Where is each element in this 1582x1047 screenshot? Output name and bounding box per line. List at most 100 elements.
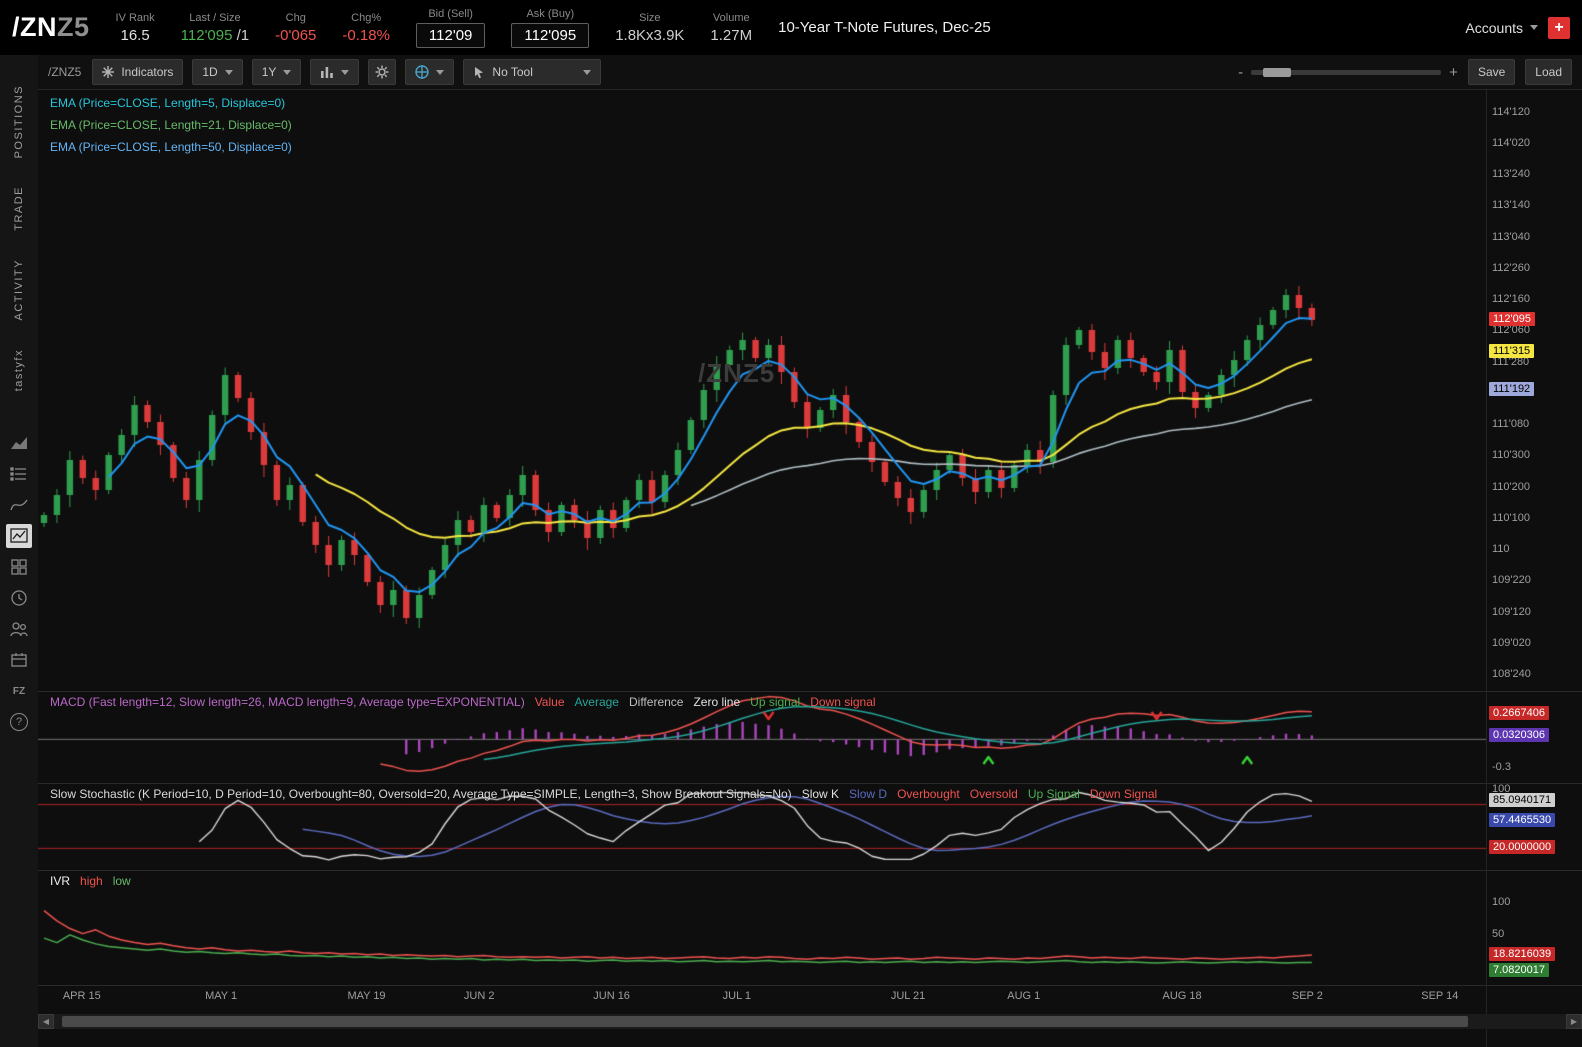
axis-label: 113'140 <box>1492 199 1530 212</box>
chevron-down-icon <box>283 69 292 75</box>
range-dropdown[interactable]: 1Y <box>251 59 302 85</box>
field-label: IV Rank <box>115 11 155 24</box>
symbol-title: /ZNZ5 <box>12 12 90 43</box>
axis-badge: 0.2667406 <box>1489 706 1549 721</box>
fz-icon[interactable]: FZ <box>6 679 32 703</box>
layout-dropdown[interactable] <box>405 59 455 85</box>
axis-label: 110'100 <box>1492 511 1530 524</box>
ivr-legend-item: IVR <box>50 874 71 888</box>
field-value-bid-sell[interactable]: 112'09 <box>415 22 486 48</box>
chart-style-dropdown[interactable] <box>310 59 360 85</box>
curve-analysis-icon[interactable] <box>6 493 32 517</box>
ema-study-label-1: EMA (Price=CLOSE, Length=21, Displace=0) <box>50 118 292 132</box>
field-label: Size <box>639 11 661 24</box>
chevron-down-icon <box>1530 25 1538 30</box>
zoom-control: - + <box>1238 64 1458 81</box>
panel-divider[interactable] <box>38 783 1582 784</box>
macd-legend-item: Down signal <box>810 695 876 709</box>
save-button[interactable]: Save <box>1467 59 1516 85</box>
quote-field-chg: Chg -0'065 <box>275 12 316 44</box>
axis-label: 109'020 <box>1492 636 1531 649</box>
field-value-chg: -0.18% <box>342 26 390 44</box>
axis-badge: 7.0820017 <box>1489 962 1549 977</box>
field-value-chg: -0'065 <box>275 26 317 44</box>
macd-legend-item: Average <box>574 695 619 709</box>
axis-badge: 111'315 <box>1489 343 1535 358</box>
zoom-slider-thumb[interactable] <box>1263 67 1292 77</box>
stoch-legend-item: Oversold <box>969 787 1018 801</box>
scrollbar-track[interactable] <box>54 1014 1566 1029</box>
panel-divider[interactable] <box>38 870 1582 871</box>
cursor-icon <box>475 66 484 78</box>
scrollbar-thumb[interactable] <box>62 1016 1469 1027</box>
left-sidebar: POSITIONS TRADE ACTIVITY tastyfx FZ ? <box>0 55 38 1047</box>
price-chart-canvas[interactable] <box>38 90 1487 690</box>
calendar-icon[interactable] <box>6 648 32 672</box>
drawing-tool-dropdown[interactable]: No Tool <box>463 59 602 85</box>
axis-label: 114'020 <box>1492 136 1530 149</box>
ivr-legend-item: high <box>80 874 103 888</box>
panel-divider[interactable] <box>38 691 1582 692</box>
toolbar-symbol-label: /ZNZ5 <box>48 65 82 79</box>
field-value-size: 1.8Kx3.9K <box>615 26 685 44</box>
range-value: 1Y <box>261 65 277 79</box>
area-chart-icon[interactable] <box>6 431 32 455</box>
axis-label: 111'080 <box>1492 418 1530 430</box>
grid-view-icon[interactable] <box>6 555 32 579</box>
quote-field-volume: Volume 1.27M <box>710 12 752 44</box>
macd-panel-header: MACD (Fast length=12, Slow length=26, MA… <box>50 695 876 709</box>
macd-title: MACD (Fast length=12, Slow length=26, MA… <box>50 695 525 709</box>
symbol-root: /ZN <box>12 12 57 42</box>
y-axis: 114'120 114'020 113'240 113'140 113'040 112'2… <box>1486 90 1582 1047</box>
x-axis-label: JUN 2 <box>463 990 495 1002</box>
quote-field-iv-rank: IV Rank 16.5 <box>116 12 155 44</box>
x-axis-label: MAY 1 <box>205 990 238 1002</box>
macd-legend-item: Zero line <box>693 695 741 709</box>
ivr-panel-header: IVR high low <box>50 874 131 888</box>
ivr-legend: IVR high low <box>50 874 131 888</box>
chart-toolbar: /ZNZ5 Indicators 1D 1Y No Tool - + Save <box>38 55 1582 90</box>
axis-label: -0.3 <box>1492 760 1511 773</box>
watchlist-icon[interactable] <box>6 462 32 486</box>
sidebar-tab-activity[interactable]: ACTIVITY <box>13 259 25 321</box>
zoom-slider[interactable] <box>1251 67 1442 77</box>
follow-traders-icon[interactable] <box>6 617 32 641</box>
quote-field-bid-sell: Bid (Sell) 112'09 <box>415 7 486 48</box>
quote-field-last-size: Last / Size 112'095 /1 <box>181 12 250 44</box>
chart-watermark: /ZNZ5 <box>698 358 776 388</box>
zoom-out-button[interactable]: - <box>1238 64 1243 81</box>
help-icon[interactable]: ? <box>6 710 32 734</box>
chart-area: /ZNZ5 EMA (Price=CLOSE, Length=5, Displa… <box>38 90 1582 1047</box>
indicators-button[interactable]: Indicators <box>92 59 184 85</box>
x-axis-label: AUG 18 <box>1162 990 1202 1002</box>
timeframe-dropdown[interactable]: 1D <box>192 59 243 85</box>
gear-icon <box>375 65 389 79</box>
history-clock-icon[interactable] <box>6 586 32 610</box>
scroll-left-button[interactable]: ◀ <box>38 1014 54 1029</box>
load-button[interactable]: Load <box>1525 59 1572 85</box>
accounts-dropdown[interactable]: Accounts <box>1465 20 1538 36</box>
field-value-ask-buy[interactable]: 112'095 <box>511 22 590 48</box>
sidebar-tab-positions[interactable]: POSITIONS <box>13 85 25 158</box>
stoch-legend-item: Overbought <box>897 787 960 801</box>
axis-label: 113'040 <box>1492 230 1530 243</box>
charts-icon[interactable] <box>6 524 32 548</box>
zoom-in-button[interactable]: + <box>1449 64 1458 81</box>
x-axis: APR 15 MAY 1 MAY 19 JUN 2 JUN 16 JUL 1 JUL 21 A… <box>38 988 1487 1008</box>
panel-divider <box>38 985 1582 986</box>
x-axis-label: JUL 1 <box>722 990 751 1002</box>
stoch-legend-item: Down Signal <box>1089 787 1158 801</box>
sidebar-tab-tastyfx[interactable]: tastyfx <box>13 349 25 391</box>
sidebar-tab-trade[interactable]: TRADE <box>13 186 25 231</box>
ivr-chart-canvas[interactable] <box>38 871 1487 983</box>
add-symbol-button[interactable]: + <box>1548 16 1570 39</box>
quote-field-size: Size 1.8Kx3.9K <box>615 12 684 44</box>
symbol-suffix: Z5 <box>57 12 90 42</box>
chart-settings-button[interactable] <box>368 59 397 85</box>
scroll-right-button[interactable]: ▶ <box>1566 1014 1582 1029</box>
field-label: Bid (Sell) <box>428 7 473 20</box>
stoch-legend-item: Up Signal <box>1027 787 1080 801</box>
field-value-iv-rank: 16.5 <box>120 26 150 44</box>
quote-field-chg: Chg% -0.18% <box>342 12 390 44</box>
macd-legend-item: Difference <box>628 695 684 709</box>
